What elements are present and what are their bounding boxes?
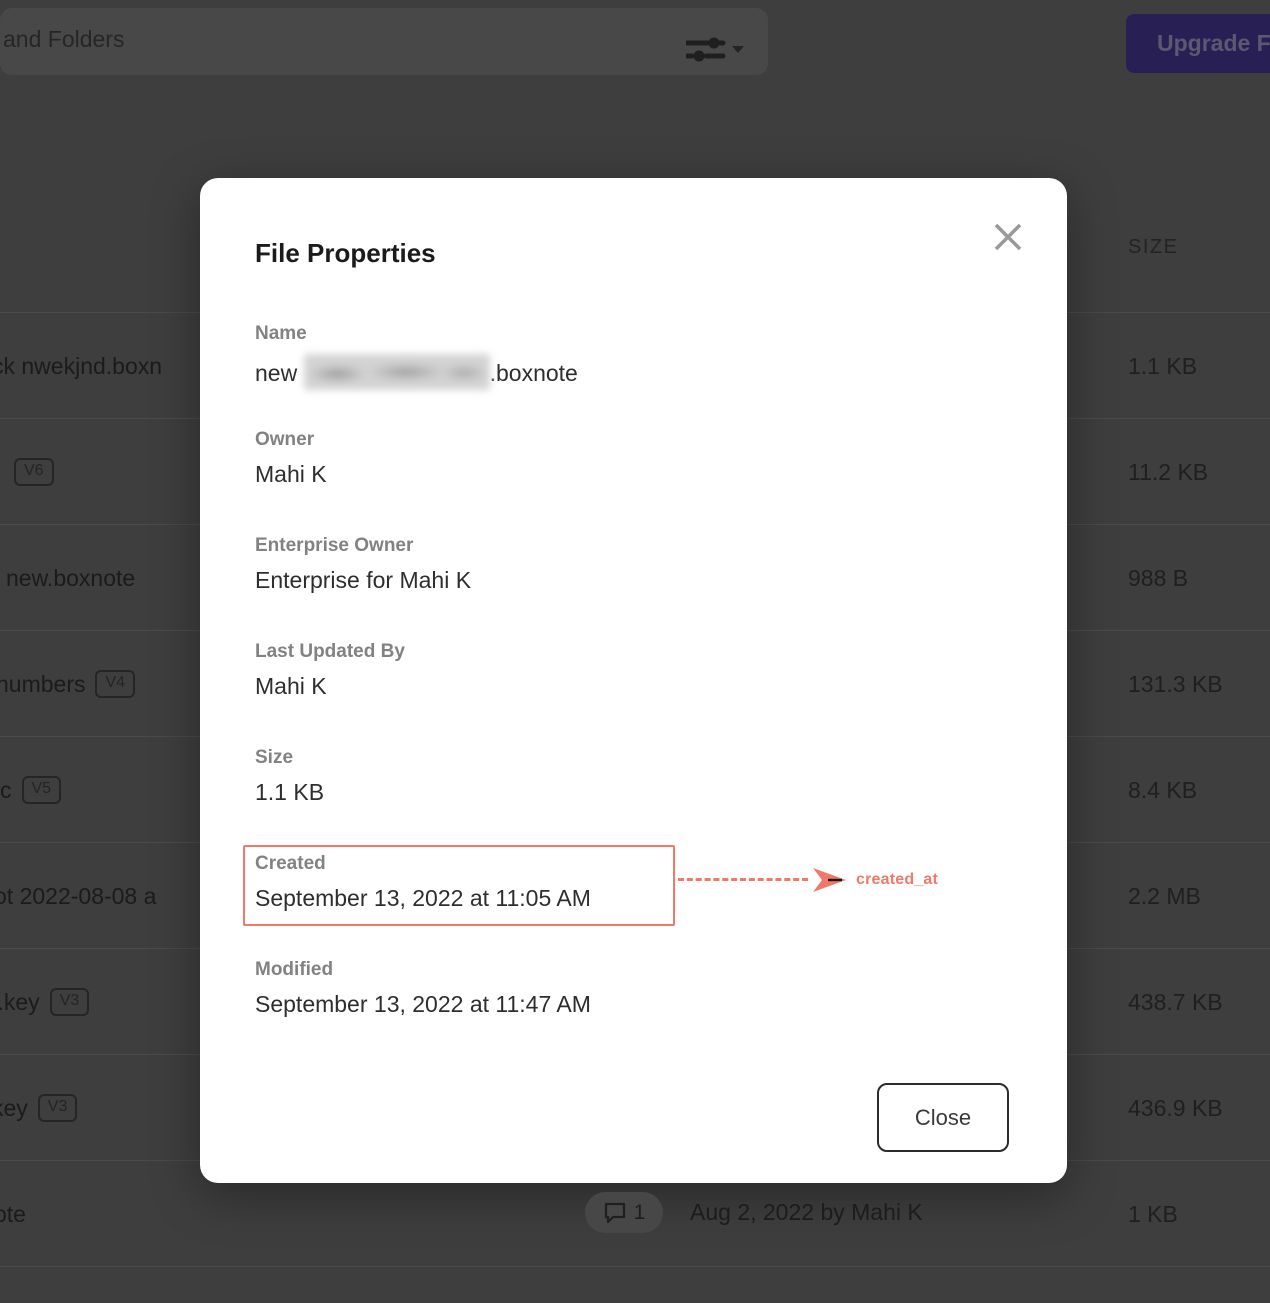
properties-field: Modified September 13, 2022 at 11:47 AM [255,959,591,1019]
field-value: Mahi K [255,460,327,487]
version-badge: V6 [14,458,54,486]
file-name: c V5 [0,737,62,843]
close-x-icon [994,223,1022,250]
properties-field: Enterprise Owner Enterprise for Mahi K [255,535,471,595]
properties-field: Last Updated By Mahi K [255,641,405,701]
file-name-suffix: .boxnote [489,359,578,386]
field-value: Mahi K [255,672,327,699]
close-button[interactable]: Close [877,1083,1009,1152]
row-divider [0,1266,1270,1267]
version-badge: V3 [49,988,90,1016]
chevron-down-icon [732,46,744,53]
annotation-arrow-icon [812,867,848,898]
comment-count-badge[interactable]: 1 [585,1192,663,1233]
modal-title: File Properties [255,238,436,268]
file-name: k.keyV3 [0,949,90,1055]
file-size: 1.1 KB [1128,352,1198,379]
file-size: 131.3 KB [1128,670,1223,697]
row-modified-info: Aug 2, 2022 by Mahi K [690,1199,923,1225]
file-name: new.boxnote [6,564,136,591]
version-badge: V4 [95,670,136,698]
properties-field: Size 1.1 KB [255,747,324,807]
size-column-header: SIZE [1128,236,1179,258]
comment-bubble-icon [604,1202,625,1223]
comment-count: 1 [633,1200,646,1224]
field-value: September 13, 2022 at 11:47 AM [255,990,591,1017]
filter-options-button[interactable] [684,34,746,64]
properties-field: Owner Mahi K [255,429,327,489]
file-name: ck nwekjnd.boxn [0,352,163,379]
file-size: 988 B [1128,564,1189,591]
field-label: Name [255,323,307,344]
file-name: keyV3 [0,1055,78,1161]
modal-close-button[interactable] [990,220,1026,256]
field-value: 1.1 KB [255,778,325,805]
field-label: Last Updated By [255,641,405,662]
annotation-label: created_at [856,871,939,888]
file-size: 11.2 KB [1128,458,1209,485]
field-label: Created [255,853,326,874]
file-size: 2.2 MB [1128,882,1201,909]
version-badge: V5 [21,776,62,804]
upgrade-button[interactable]: Upgrade F [1126,14,1270,73]
field-value: September 13, 2022 at 11:05 AM [255,884,591,911]
properties-field: Name new .boxnote [255,323,578,390]
file-name-prefix: new [255,359,304,386]
file-size: 1 KB [1128,1200,1178,1227]
file-size: 8.4 KB [1128,776,1198,803]
sliders-filter-icon [684,37,744,62]
file-name: ote [0,1200,26,1227]
file-properties-modal: File Properties Name new .boxnote Owner … [200,178,1067,1183]
version-badge: V3 [37,1094,78,1122]
field-label: Modified [255,959,334,980]
field-value: Enterprise for Mahi K [255,566,472,593]
annotation-dashed-line [678,878,808,881]
file-name: V6 [14,419,54,525]
file-name: numbers V4 [0,631,136,737]
field-label: Size [255,747,294,768]
file-size: 438.7 KB [1128,988,1223,1015]
search-input-text: and Folders [3,26,125,52]
search-bar[interactable]: and Folders [0,8,768,75]
properties-field: Created September 13, 2022 at 11:05 AM [255,853,591,913]
file-name: ot 2022-08-08 a [0,882,157,909]
redacted-blurred-text [303,353,490,390]
field-value: new .boxnote [255,353,578,390]
file-size: 436.9 KB [1128,1094,1223,1121]
field-label: Enterprise Owner [255,535,414,556]
field-label: Owner [255,429,315,450]
